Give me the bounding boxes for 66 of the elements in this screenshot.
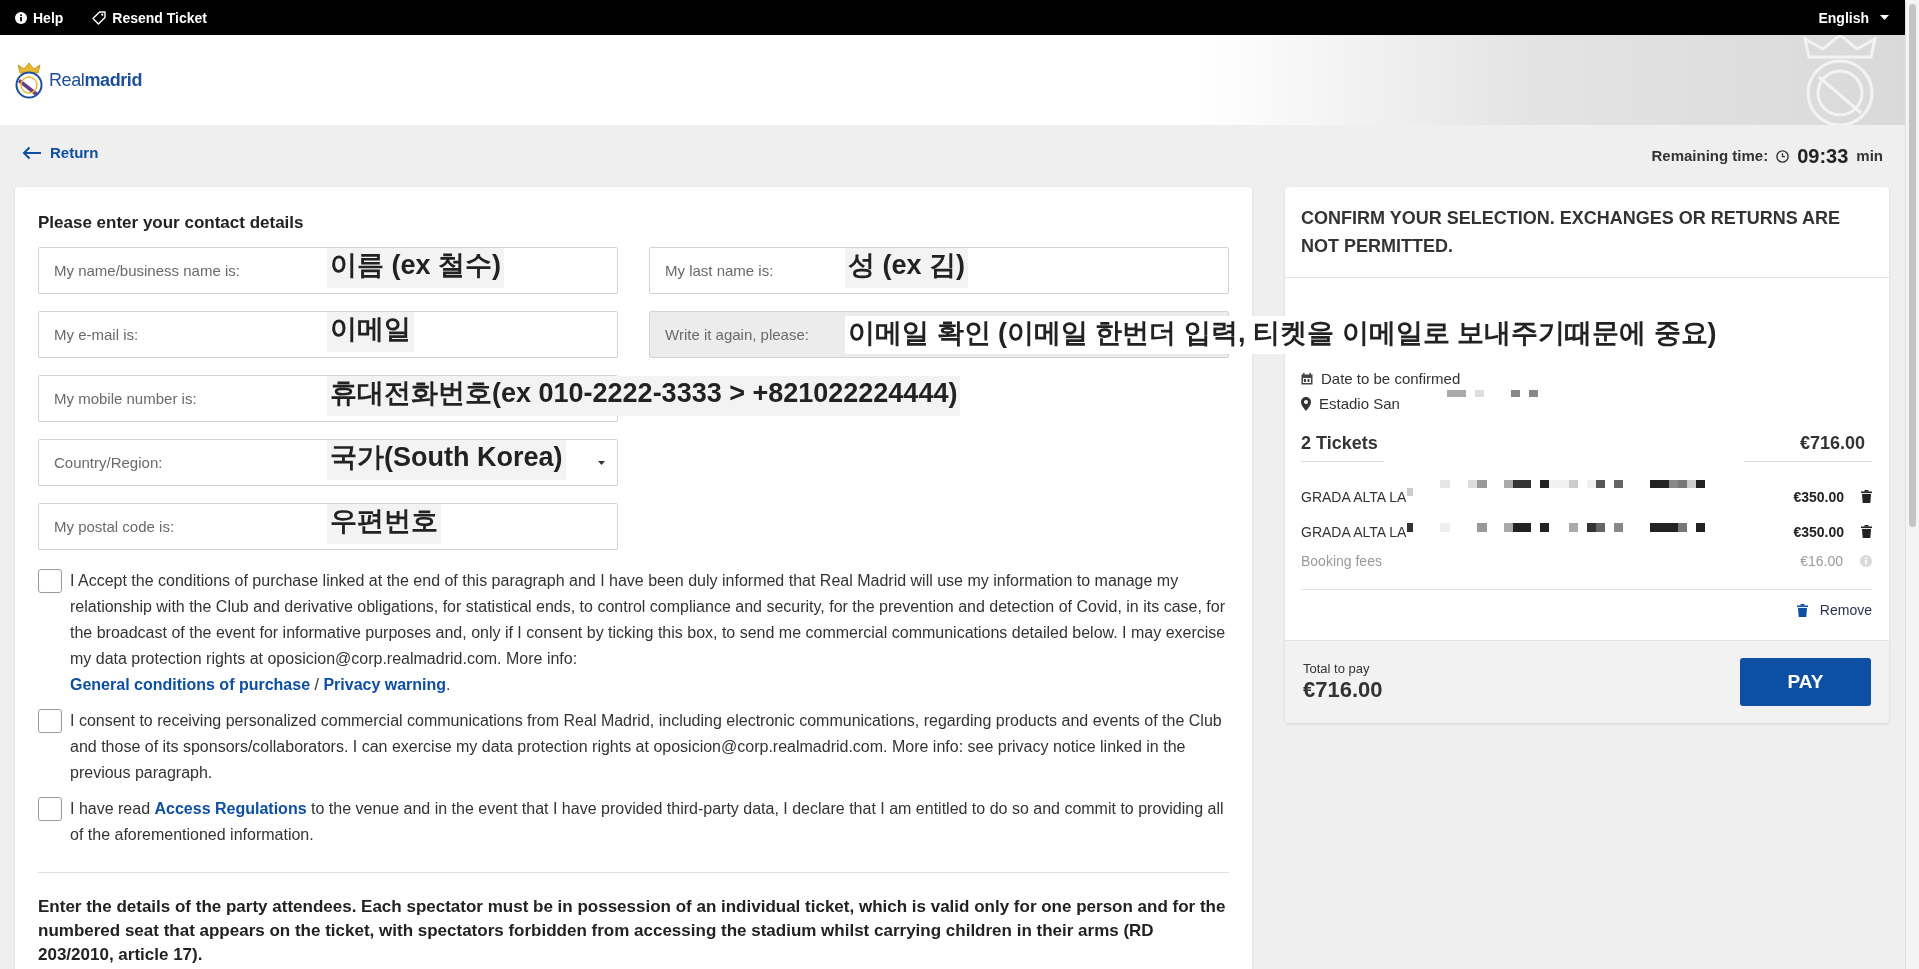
text-link[interactable]: Access Regulations [154, 800, 307, 817]
hint-tooltip: 이름 (ex 철수) [327, 248, 505, 288]
hint-tooltip: 성 (ex 김) [845, 248, 969, 288]
checkbox[interactable] [38, 709, 62, 733]
consent-text: I Accept the conditions of purchase linked at the end of this paragraph and I have been duly informed that Real Madrid will use my information to manage my relationship with the Club and derivative obligations, for statistical ends, to control compliance and security, for the prevention and detection of Covid, in its case, for the broadcast of the event for informative purposes and, only if I consent by ticking this box, to send me commercial communications detailed below. I may exercise my data protection rights at oposicion@corp.realmadrid.com. More info: General conditions of purchase / Privacy warning. [70, 571, 1227, 695]
pay-button[interactable]: PAY [1740, 658, 1871, 706]
crest-logo[interactable] [14, 60, 44, 100]
hint-tooltip: 휴대전화번호(ex 010-2222-3333 > +821022224444) [327, 376, 961, 416]
fees-amount: €16.00 [1800, 552, 1843, 570]
venue-name: Estadio San [1319, 394, 1400, 414]
calendar-icon [1301, 372, 1313, 385]
language-selector[interactable]: English [1818, 8, 1889, 27]
field-label: My name/business name is: [54, 261, 240, 280]
brand-name[interactable]: Realmadrid [49, 69, 143, 91]
total-label: Total to pay [1303, 661, 1371, 677]
input-field[interactable]: My last name is: 성 (ex 김) [649, 247, 1229, 294]
caret-icon [598, 460, 605, 465]
ticket-price: €350.00 [1793, 522, 1844, 541]
input-field[interactable]: My postal code is: 우편번호 [38, 503, 618, 550]
input-field[interactable]: My name/business name is: 이름 (ex 철수) [38, 247, 618, 294]
tickets-count: 2 Tickets [1301, 431, 1384, 462]
trash-icon[interactable] [1861, 525, 1872, 538]
tag-icon [92, 10, 107, 25]
ticket-name: GRADA ALTA LA [1301, 487, 1407, 506]
trash-icon[interactable] [1796, 603, 1808, 617]
attendees-notice: Enter the details of the party attendees. Each spectator must be in possession of an individual ticket, which is valid only for one person and for the numbered seat that appears on the ticket, with spectators forbidden from accessing the stadium whilst carrying children in their arms (RD 203/2010, article 17). [38, 896, 1227, 966]
consent-text: I have read Access Regulations to the venue and in the event that I have provided third-party data, I declare that I am entitled to do so and commit to providing all of the aforementioned information. [70, 799, 1225, 845]
consent-text: I consent to receiving personalized commercial communications from Real Madrid, including electronic communications, regarding products and events of the Club and those of its sponsors/collaborators. I can exercise my data protection rights at oposicion@corp.realmadrid.com. More info: see privacy notice linked in the previous paragraph. [70, 711, 1223, 783]
tickets-subtotal: €716.00 [1744, 431, 1872, 462]
hint-tooltip: 국가(South Korea) [327, 440, 566, 480]
time-unit: min [1856, 147, 1883, 165]
input-field[interactable]: My e-mail is: 이메일 [38, 311, 618, 358]
field-label: My mobile number is: [54, 389, 197, 408]
checkbox[interactable] [38, 569, 62, 593]
checkbox[interactable] [38, 797, 62, 821]
help-link[interactable]: Help [15, 8, 64, 27]
text-link[interactable]: Privacy warning [323, 676, 447, 693]
field-label: Country/Region: [54, 453, 163, 472]
info-icon[interactable] [1860, 555, 1872, 567]
clock-icon [1776, 149, 1790, 163]
hint-tooltip: 이메일 [327, 312, 414, 352]
summary-title: CONFIRM YOUR SELECTION. EXCHANGES OR RETURNS ARE NOT PERMITTED. [1301, 207, 1842, 258]
form-title: Please enter your contact details [38, 213, 305, 233]
return-link[interactable]: Return [22, 144, 99, 162]
remove-button[interactable]: Remove [1796, 601, 1872, 619]
map-pin-icon [1301, 396, 1311, 411]
total-amount: €716.00 [1303, 677, 1383, 703]
field-label: My last name is: [665, 261, 774, 280]
field-label: My postal code is: [54, 517, 175, 536]
event-date: Date to be confirmed [1321, 369, 1461, 389]
hint-tooltip: 우편번호 [327, 504, 441, 544]
resend-ticket-link[interactable]: Resend Ticket [92, 8, 207, 27]
select-field[interactable]: Country/Region: 국가(South Korea) [38, 439, 618, 486]
arrow-left-icon [22, 146, 42, 160]
ticket-name: GRADA ALTA LA [1301, 522, 1407, 541]
scrollbar-thumb[interactable] [1909, 4, 1916, 527]
text-link[interactable]: General conditions of purchase [70, 676, 311, 693]
field-label: Write it again, please: [665, 325, 809, 344]
info-icon [15, 11, 27, 24]
field-label: My e-mail is: [54, 325, 139, 344]
remaining-time-label: Remaining time: [1651, 147, 1769, 165]
ticket-price: €350.00 [1793, 487, 1844, 506]
caret-icon [1880, 15, 1889, 20]
trash-icon[interactable] [1861, 490, 1872, 503]
fees-label: Booking fees [1301, 552, 1382, 570]
countdown-time: 09:33 [1797, 144, 1849, 168]
